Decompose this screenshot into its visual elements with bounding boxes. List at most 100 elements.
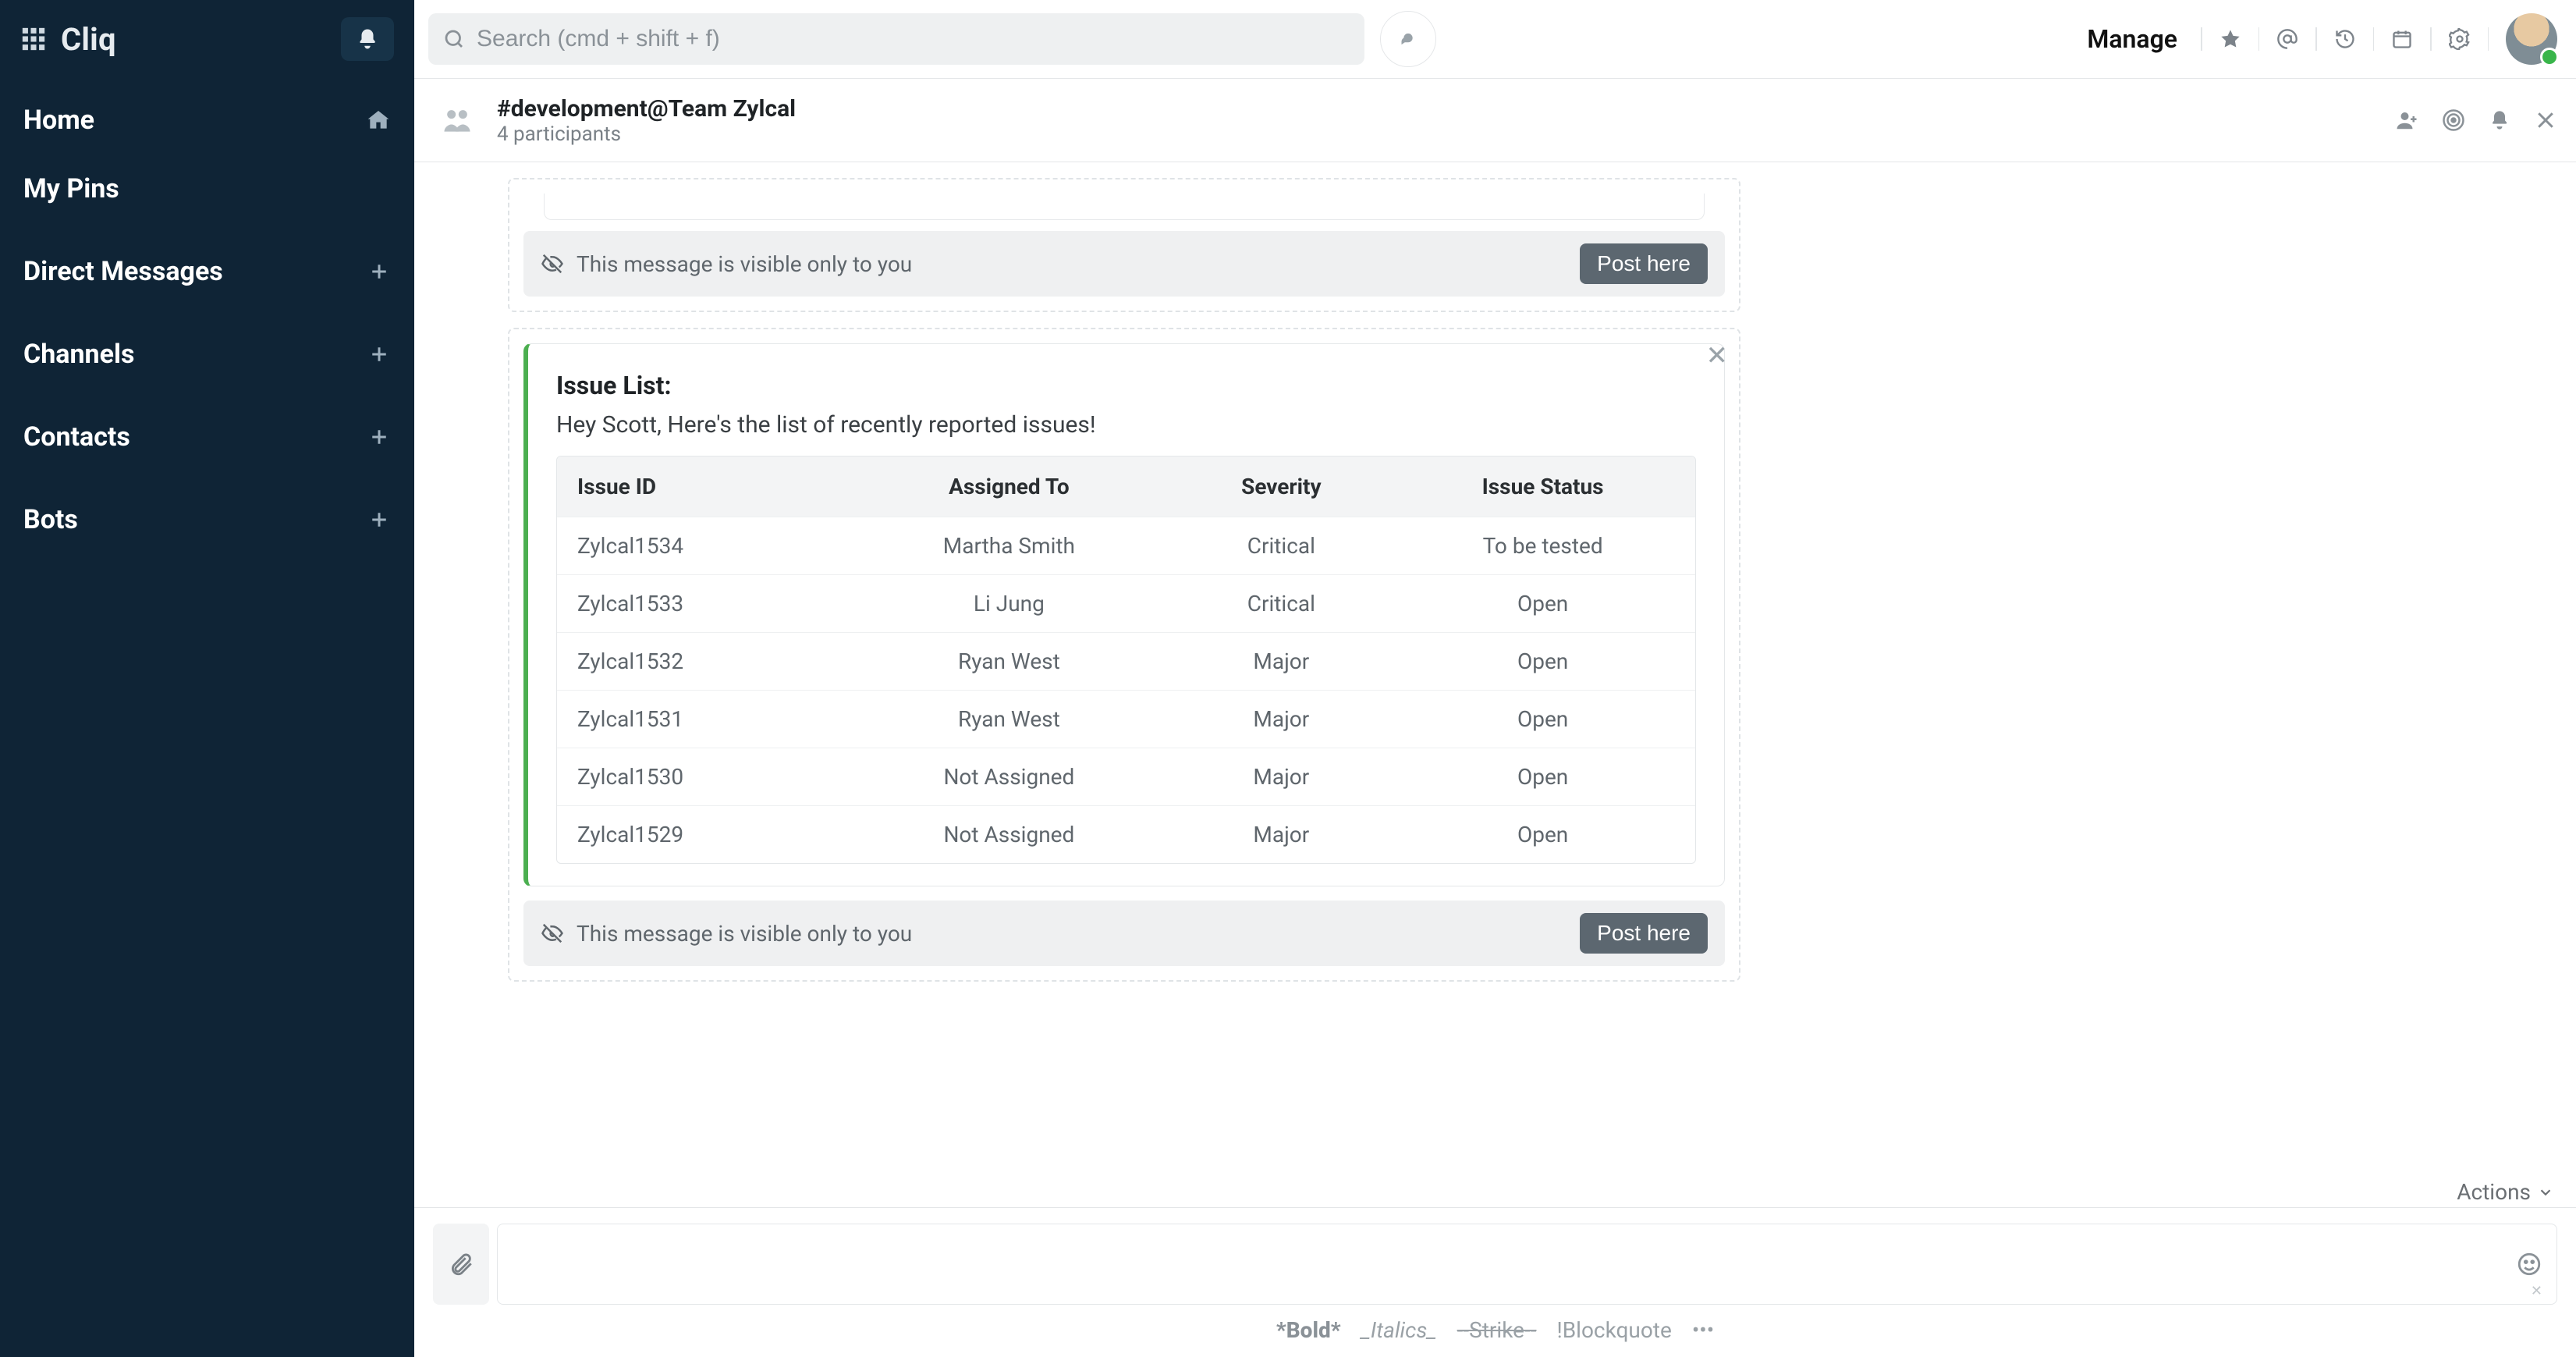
- sidebar-item-label: My Pins: [23, 173, 119, 204]
- sidebar-item-bots[interactable]: Bots: [0, 485, 414, 554]
- main: Manage: [414, 0, 2576, 1357]
- table-row: Zylcal1529 Not Assigned Major Open: [557, 805, 1695, 863]
- message-input[interactable]: ✕: [497, 1224, 2557, 1305]
- cell-issue-id: Zylcal1533: [557, 574, 846, 632]
- cell-status: To be tested: [1390, 517, 1695, 574]
- sidebar-item-label: Channels: [23, 339, 134, 370]
- more-dots-icon[interactable]: •••: [1692, 1317, 1714, 1343]
- cell-severity: Major: [1173, 805, 1391, 863]
- apps-grid-icon[interactable]: [20, 26, 47, 52]
- search-input[interactable]: [475, 25, 1350, 53]
- hint-bold: *Bold*: [1276, 1317, 1341, 1343]
- separator: [2258, 27, 2260, 51]
- sidebar: Cliq Home My Pins Direct Messages: [0, 0, 414, 1357]
- calendar-icon[interactable]: [2391, 28, 2413, 50]
- sidebar-item-label: Bots: [23, 504, 78, 535]
- dismiss-card-button[interactable]: ✕: [1706, 340, 1729, 371]
- cell-assigned-to: Ryan West: [846, 632, 1172, 690]
- star-icon[interactable]: [2219, 28, 2241, 50]
- mentions-icon[interactable]: [2276, 28, 2298, 50]
- chevron-down-icon: [2537, 1184, 2554, 1201]
- message-column: This message is visible only to you Post…: [414, 178, 1740, 997]
- visibility-bar: This message is visible only to you Post…: [523, 901, 1725, 966]
- sidebar-item-home[interactable]: Home: [0, 86, 414, 155]
- message-card-prev: This message is visible only to you Post…: [508, 178, 1740, 312]
- sidebar-item-contacts[interactable]: Contacts: [0, 403, 414, 471]
- search-field[interactable]: [428, 13, 1364, 65]
- column-header: Issue Status: [1390, 456, 1695, 517]
- message-card-issues: ✕ Issue List: Hey Scott, Here's the list…: [508, 328, 1740, 982]
- broadcast-icon[interactable]: [2442, 108, 2465, 132]
- table-row: Zylcal1530 Not Assigned Major Open: [557, 748, 1695, 805]
- add-participant-icon[interactable]: [2395, 108, 2418, 132]
- search-icon: [442, 27, 466, 51]
- sidebar-item-label: Contacts: [23, 421, 130, 453]
- channel-title: #development@Team Zylcal: [497, 95, 796, 123]
- manage-link[interactable]: Manage: [2087, 24, 2184, 54]
- plus-icon[interactable]: [367, 425, 391, 449]
- cell-status: Open: [1390, 632, 1695, 690]
- channel-header: #development@Team Zylcal 4 participants: [414, 78, 2576, 162]
- cell-assigned-to: Martha Smith: [846, 517, 1172, 574]
- column-header: Severity: [1173, 456, 1391, 517]
- emoji-picker-button[interactable]: [2516, 1251, 2542, 1277]
- eye-off-icon: [541, 252, 564, 275]
- cell-issue-id: Zylcal1531: [557, 690, 846, 748]
- table-row: Zylcal1531 Ryan West Major Open: [557, 690, 1695, 748]
- bell-icon[interactable]: [2489, 109, 2510, 131]
- sidebar-nav: Home My Pins Direct Messages Channels: [0, 86, 414, 554]
- channel-avatar-icon: [433, 96, 481, 144]
- column-header: Issue ID: [557, 456, 846, 517]
- channel-subtitle: 4 participants: [497, 123, 796, 146]
- cell-issue-id: Zylcal1534: [557, 517, 846, 574]
- history-icon[interactable]: [2334, 28, 2356, 50]
- cell-status: Open: [1390, 690, 1695, 748]
- plus-icon[interactable]: [367, 508, 391, 531]
- sidebar-item-direct-messages[interactable]: Direct Messages: [0, 237, 414, 306]
- hint-strike: --Strike--: [1457, 1317, 1537, 1343]
- topbar-right: Manage: [2087, 13, 2557, 65]
- table-header-row: Issue ID Assigned To Severity Issue Stat…: [557, 456, 1695, 517]
- separator: [2315, 27, 2317, 51]
- cell-severity: Critical: [1173, 517, 1391, 574]
- cell-assigned-to: Li Jung: [846, 574, 1172, 632]
- table-row: Zylcal1533 Li Jung Critical Open: [557, 574, 1695, 632]
- cell-severity: Major: [1173, 632, 1391, 690]
- attach-button[interactable]: [433, 1224, 489, 1305]
- issue-card: Issue List: Hey Scott, Here's the list o…: [523, 343, 1725, 886]
- issue-card-desc: Hey Scott, Here's the list of recently r…: [556, 411, 1696, 439]
- brand-bar: Cliq: [0, 0, 414, 78]
- hint-italics: _Italics_: [1361, 1317, 1437, 1343]
- post-here-button[interactable]: Post here: [1580, 913, 1708, 954]
- sidebar-item-channels[interactable]: Channels: [0, 320, 414, 389]
- separator: [2430, 27, 2432, 51]
- plus-icon[interactable]: [367, 260, 391, 283]
- brand-name: Cliq: [61, 21, 116, 58]
- user-avatar[interactable]: [2506, 13, 2557, 65]
- table-row: Zylcal1532 Ryan West Major Open: [557, 632, 1695, 690]
- notification-bell-button[interactable]: [341, 17, 394, 61]
- channel-actions: [2395, 108, 2557, 132]
- message-actions-dropdown[interactable]: Actions: [2457, 1179, 2554, 1205]
- cell-issue-id: Zylcal1530: [557, 748, 846, 805]
- settings-icon[interactable]: [2449, 28, 2471, 50]
- cell-assigned-to: Not Assigned: [846, 748, 1172, 805]
- hint-blockquote: !Blockquote: [1556, 1317, 1671, 1343]
- sidebar-item-my-pins[interactable]: My Pins: [0, 155, 414, 223]
- cell-issue-id: Zylcal1532: [557, 632, 846, 690]
- composer: Actions ✕ *Bold* _Italics_: [414, 1207, 2576, 1357]
- close-icon[interactable]: [2534, 108, 2557, 132]
- clear-input-icon[interactable]: ✕: [2531, 1283, 2542, 1299]
- visibility-text: This message is visible only to you: [577, 921, 912, 947]
- sidebar-item-label: Direct Messages: [23, 256, 223, 287]
- assistant-button[interactable]: [1380, 11, 1436, 67]
- separator: [2488, 27, 2489, 51]
- post-here-button[interactable]: Post here: [1580, 243, 1708, 284]
- issue-table: Issue ID Assigned To Severity Issue Stat…: [556, 456, 1696, 864]
- topbar: Manage: [414, 0, 2576, 78]
- chat-area[interactable]: This message is visible only to you Post…: [414, 162, 2576, 1207]
- cell-assigned-to: Ryan West: [846, 690, 1172, 748]
- plus-icon[interactable]: [367, 343, 391, 366]
- cell-severity: Major: [1173, 690, 1391, 748]
- cell-status: Open: [1390, 748, 1695, 805]
